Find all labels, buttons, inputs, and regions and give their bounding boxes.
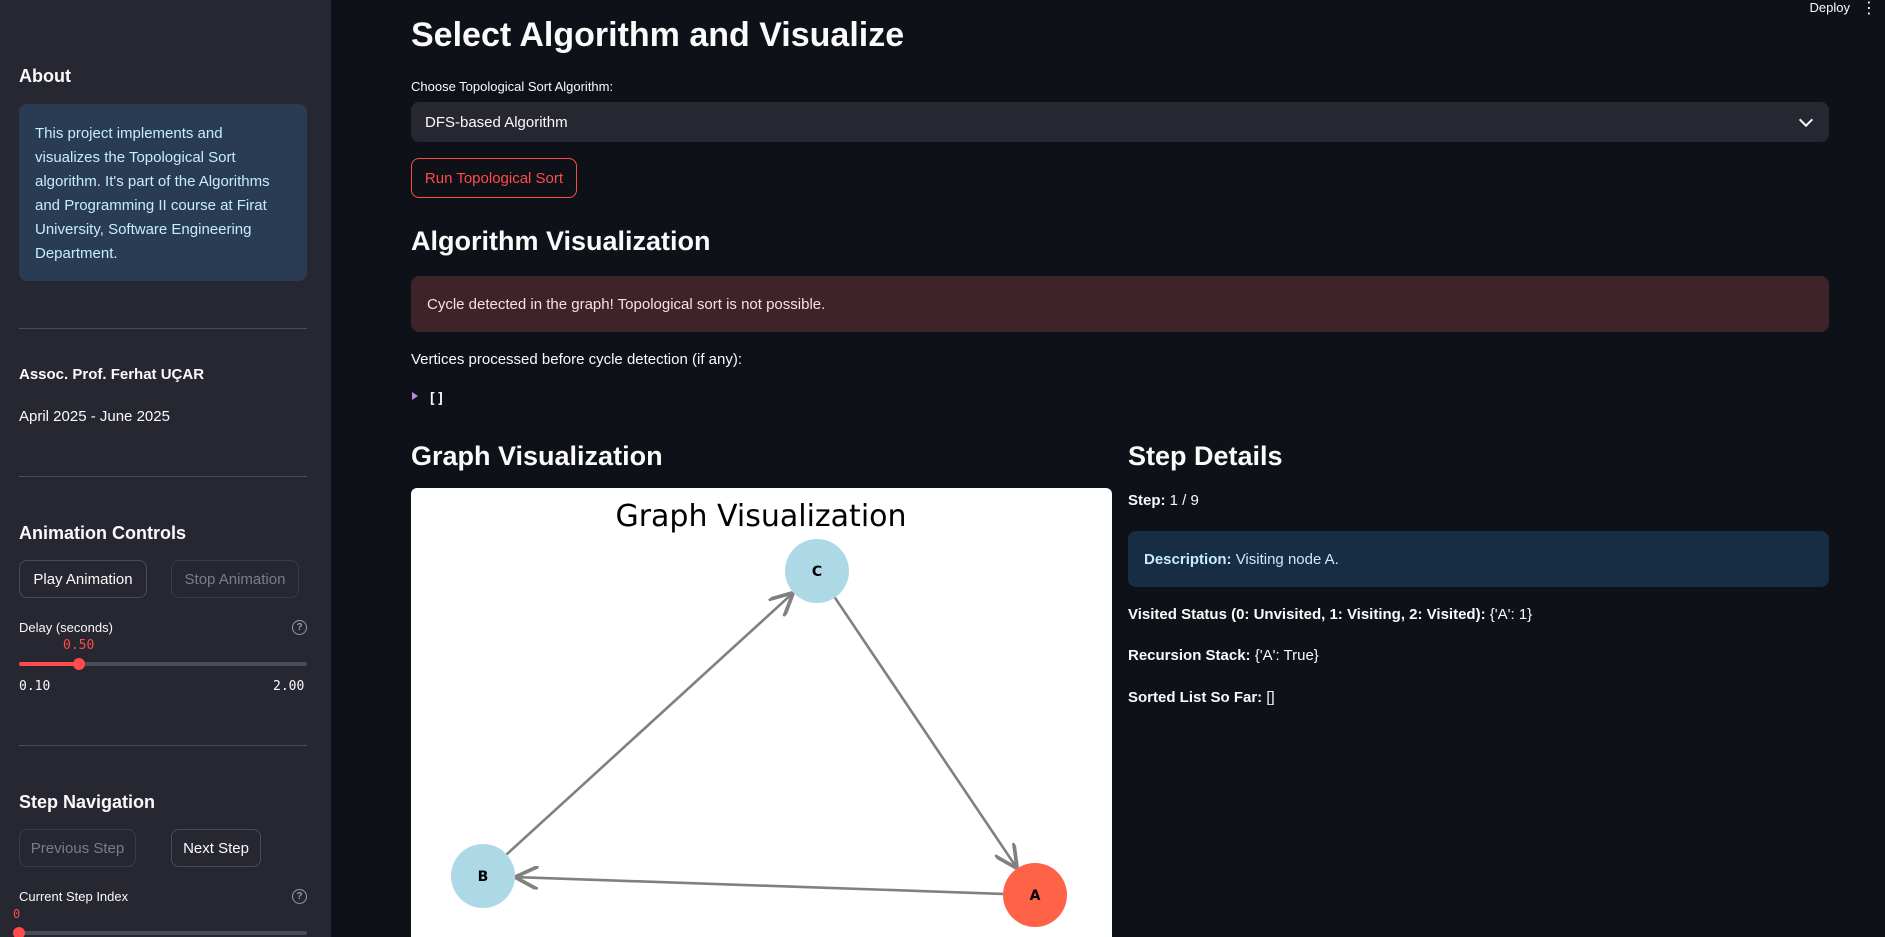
step-index-slider[interactable]	[13, 927, 307, 937]
sorted-list: Sorted List So Far: []	[1128, 689, 1275, 706]
step-details-heading: Step Details	[1128, 441, 1283, 471]
delay-label: Delay (seconds)	[19, 620, 113, 635]
node-label-C: C	[812, 564, 822, 580]
step-description-box: Description: Visiting node A.	[1128, 531, 1829, 587]
description-label: Description:	[1144, 550, 1232, 568]
step-label: Step:	[1128, 492, 1166, 509]
sidebar: About This project implements and visual…	[0, 0, 331, 937]
divider	[19, 476, 307, 477]
delay-min: 0.10	[19, 679, 51, 694]
main-content: Deploy ⋮ Select Algorithm and Visualize …	[331, 0, 1885, 937]
divider	[19, 745, 307, 746]
graph-visualization-heading: Graph Visualization	[411, 441, 663, 471]
course-dates: April 2025 - June 2025	[19, 408, 170, 425]
edge-B-C	[505, 593, 794, 856]
page-title: Select Algorithm and Visualize	[411, 16, 905, 54]
chevron-down-icon	[1798, 112, 1814, 127]
next-step-button[interactable]: Next Step	[171, 829, 261, 867]
processed-vertices-label: Vertices processed before cycle detectio…	[411, 351, 742, 368]
sorted-label: Sorted List So Far:	[1128, 689, 1263, 706]
edge-A-B	[515, 877, 1004, 896]
run-topological-sort-button[interactable]: Run Topological Sort	[411, 158, 577, 198]
algorithm-visualization-heading: Algorithm Visualization	[411, 226, 711, 256]
stop-animation-button[interactable]: Stop Animation	[171, 560, 299, 598]
delay-value: 0.50	[63, 638, 95, 653]
help-icon[interactable]: ?	[292, 620, 307, 635]
graph-title: Graph Visualization	[615, 499, 906, 534]
recursion-stack: Recursion Stack: {'A': True}	[1128, 647, 1319, 664]
algorithm-select[interactable]: DFS-based Algorithm	[411, 102, 1829, 142]
previous-step-button[interactable]: Previous Step	[19, 829, 136, 867]
node-label-B: B	[478, 869, 489, 885]
processed-vertices-json[interactable]: []	[428, 391, 445, 407]
graph-edges	[505, 593, 1018, 896]
main-menu-icon[interactable]: ⋮	[1861, 0, 1877, 18]
divider	[19, 328, 307, 329]
expand-triangle-icon[interactable]	[412, 392, 418, 400]
node-label-A: A	[1030, 888, 1041, 904]
visited-value: {'A': 1}	[1489, 606, 1533, 623]
play-animation-button[interactable]: Play Animation	[19, 560, 147, 598]
step-index-label: Current Step Index	[19, 889, 129, 904]
stack-value: {'A': True}	[1254, 647, 1319, 664]
delay-slider[interactable]	[19, 658, 307, 670]
description-value: Visiting node A.	[1235, 550, 1339, 568]
step-value: 1 / 9	[1169, 492, 1199, 509]
step-index-slider-thumb[interactable]	[13, 927, 25, 937]
visited-status: Visited Status (0: Unvisited, 1: Visitin…	[1128, 606, 1532, 623]
about-info-box: This project implements and visualizes t…	[19, 104, 307, 281]
step-index-value: 0	[13, 907, 21, 921]
delay-max: 2.00	[273, 679, 305, 694]
deploy-button[interactable]: Deploy	[1810, 0, 1850, 15]
step-navigation-heading: Step Navigation	[19, 792, 156, 812]
graph-nodes: C B A	[451, 539, 1067, 927]
author-name: Assoc. Prof. Ferhat UÇAR	[19, 366, 205, 383]
algorithm-select-label: Choose Topological Sort Algorithm:	[411, 79, 614, 94]
graph-image: Graph Visualization C B A	[411, 488, 1112, 937]
step-counter: Step: 1 / 9	[1128, 492, 1199, 509]
sorted-value: []	[1266, 689, 1275, 706]
help-icon[interactable]: ?	[292, 889, 307, 904]
delay-slider-fill	[19, 662, 80, 666]
edge-C-A	[833, 596, 1017, 869]
graph-svg: Graph Visualization C B A	[451, 499, 1067, 927]
about-heading: About	[19, 66, 71, 86]
delay-slider-thumb[interactable]	[73, 658, 86, 670]
visited-label: Visited Status (0: Unvisited, 1: Visitin…	[1128, 606, 1486, 623]
animation-controls-heading: Animation Controls	[19, 523, 186, 543]
cycle-error-alert: Cycle detected in the graph! Topological…	[411, 276, 1829, 332]
stack-label: Recursion Stack:	[1128, 647, 1251, 664]
algorithm-select-value: DFS-based Algorithm	[425, 113, 568, 131]
